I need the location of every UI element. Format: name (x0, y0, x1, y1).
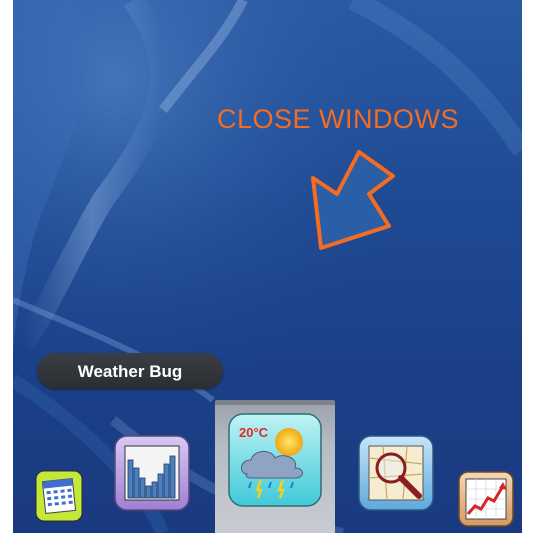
temperature-readout: 20°C (239, 425, 269, 440)
map-search-icon (358, 435, 434, 511)
tooltip-label: Weather Bug (77, 362, 183, 381)
calendar-icon (35, 470, 83, 522)
dock-item-stock-chart[interactable] (113, 434, 191, 512)
orange-arrow-icon (311, 150, 395, 250)
dock-item-weather-bug[interactable]: 20°C (227, 412, 323, 508)
desktop-background: CLOSE WINDOWS Weather Bug 20°C (13, 0, 522, 533)
bar-chart-icon (114, 435, 190, 511)
dock-tooltip: Weather Bug (37, 353, 223, 389)
weather-icon: 20°C (228, 413, 322, 507)
line-chart-icon (458, 471, 514, 527)
close-windows-caption: CLOSE WINDOWS (217, 104, 460, 134)
dock-item-stocks[interactable] (457, 470, 515, 528)
dock-item-map-search[interactable] (357, 434, 435, 512)
dock-item-calendar[interactable] (35, 470, 83, 522)
